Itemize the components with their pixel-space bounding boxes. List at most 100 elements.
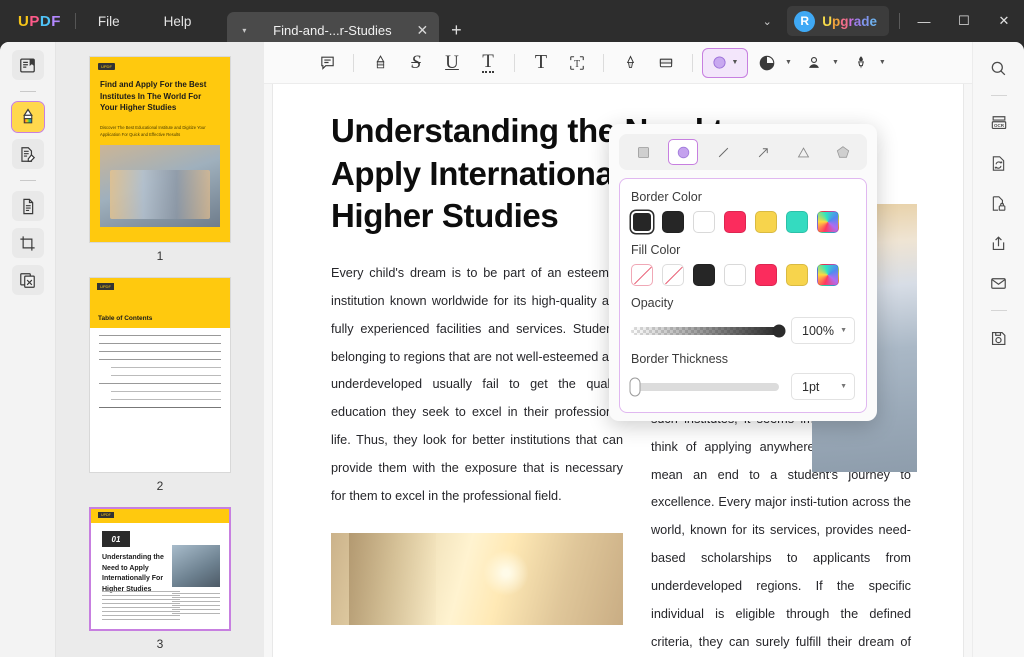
text-callout-tool-button[interactable]: T bbox=[560, 48, 594, 78]
fill-swatch-none[interactable] bbox=[662, 264, 684, 286]
thumb-brand-logo: UPDF bbox=[98, 63, 115, 70]
border-thickness-slider[interactable] bbox=[631, 383, 779, 391]
minimize-button[interactable]: — bbox=[904, 0, 944, 42]
shapes-tool-button[interactable]: ▼ bbox=[702, 48, 748, 78]
ink-signature-tool-button[interactable] bbox=[844, 48, 878, 78]
shape-properties-popup[interactable]: Border Color Fill Color bbox=[609, 124, 877, 421]
tab-title: Find-and-...r-Studies bbox=[253, 23, 411, 38]
paragraph-left: Every child's dream is to be part of an … bbox=[331, 260, 623, 511]
shape-option-polygon[interactable] bbox=[828, 139, 858, 165]
chevron-down-icon[interactable]: ▼ bbox=[840, 327, 847, 334]
upgrade-button[interactable]: R Upgrade bbox=[787, 6, 889, 36]
border-thickness-value-dropdown[interactable]: 1pt ▼ bbox=[791, 373, 855, 400]
close-icon[interactable]: ✕ bbox=[411, 22, 433, 39]
eraser-tool-button[interactable] bbox=[649, 48, 683, 78]
logo-letter-p: P bbox=[29, 13, 40, 30]
page-thumbnail-panel[interactable]: UPDF Find and Apply For the Best Institu… bbox=[56, 42, 264, 657]
fill-swatch-none-selected[interactable] bbox=[631, 264, 653, 286]
menu-file[interactable]: File bbox=[76, 0, 142, 42]
toolbar-divider-4 bbox=[692, 54, 693, 72]
page-document-icon bbox=[18, 197, 37, 216]
opacity-slider[interactable] bbox=[631, 327, 779, 335]
chevron-down-icon[interactable]: ⌄ bbox=[747, 0, 787, 42]
border-swatch-yellow[interactable] bbox=[755, 211, 777, 233]
sidebar-item-organize-pages[interactable] bbox=[12, 265, 44, 295]
window-controls-divider bbox=[899, 13, 900, 29]
titlebar-right-group: ⌄ R Upgrade — ☐ ✕ bbox=[747, 0, 1024, 42]
sidebar-item-edit-pdf[interactable] bbox=[12, 139, 44, 169]
page-thumbnail[interactable]: UPDF Find and Apply For the Best Institu… bbox=[89, 56, 231, 243]
sidebar-item-annotate[interactable] bbox=[12, 102, 44, 132]
toc-line bbox=[111, 391, 221, 392]
note-tool-button[interactable] bbox=[310, 48, 344, 78]
tab-dropdown-caret-icon[interactable]: ▾ bbox=[235, 26, 253, 35]
svg-text:OCR: OCR bbox=[994, 123, 1005, 128]
opacity-slider-knob[interactable] bbox=[773, 324, 786, 337]
menu-help[interactable]: Help bbox=[142, 0, 214, 42]
sidebar-item-crop-page[interactable] bbox=[12, 228, 44, 258]
border-swatch-white[interactable] bbox=[693, 211, 715, 233]
border-swatch-dark[interactable] bbox=[631, 211, 653, 233]
border-swatch-pink-red[interactable] bbox=[724, 211, 746, 233]
border-swatch-teal[interactable] bbox=[786, 211, 808, 233]
fill-swatch-pink-red[interactable] bbox=[755, 264, 777, 286]
thumbnail-page-number: 1 bbox=[157, 249, 164, 263]
page-thumbnail[interactable]: UPDF Table of Contents bbox=[89, 277, 231, 473]
title-bar: UPDF File Help ▾ Find-and-...r-Studies ✕… bbox=[0, 0, 1024, 42]
ocr-button[interactable]: OCR bbox=[983, 107, 1015, 139]
highlight-tool-button[interactable] bbox=[363, 48, 397, 78]
share-button[interactable] bbox=[983, 227, 1015, 259]
toc-line bbox=[99, 335, 221, 336]
right-rail-divider-2 bbox=[991, 310, 1007, 311]
sidebar-item-reader-view[interactable] bbox=[12, 50, 44, 80]
window-close-button[interactable]: ✕ bbox=[984, 0, 1024, 42]
thumb-chapter-number: 01 bbox=[102, 531, 130, 547]
thumbnail-item-3[interactable]: UPDF 01 Understanding the Need to Apply … bbox=[56, 507, 264, 657]
fill-swatch-custom-color[interactable] bbox=[817, 264, 839, 286]
thumbnail-item-1[interactable]: UPDF Find and Apply For the Best Institu… bbox=[56, 56, 264, 277]
shape-option-line[interactable] bbox=[708, 139, 738, 165]
strikethrough-tool-button[interactable]: S bbox=[399, 48, 433, 78]
shape-option-arrow[interactable] bbox=[748, 139, 778, 165]
fill-swatch-white[interactable] bbox=[724, 264, 746, 286]
right-tool-rail: OCR bbox=[972, 42, 1024, 657]
chevron-down-icon[interactable]: ▼ bbox=[785, 59, 792, 66]
underline-tool-button[interactable]: U bbox=[435, 48, 469, 78]
save-button[interactable] bbox=[983, 322, 1015, 354]
chevron-down-icon[interactable]: ▼ bbox=[879, 59, 886, 66]
fill-swatch-black[interactable] bbox=[693, 264, 715, 286]
border-thickness-slider-knob[interactable] bbox=[630, 377, 641, 396]
chevron-down-icon[interactable]: ▼ bbox=[732, 59, 739, 66]
stamp-tool-group[interactable]: ▼ bbox=[750, 48, 795, 78]
text-box-tool-button[interactable]: T bbox=[524, 48, 558, 78]
pencil-tool-button[interactable] bbox=[613, 48, 647, 78]
squiggly-tool-button[interactable]: T bbox=[471, 48, 505, 78]
signature-tool-button[interactable] bbox=[797, 48, 831, 78]
protect-button[interactable] bbox=[983, 187, 1015, 219]
crop-icon bbox=[18, 234, 37, 253]
sidebar-item-page-tools[interactable] bbox=[12, 191, 44, 221]
search-button[interactable] bbox=[983, 52, 1015, 84]
document-viewport[interactable]: Understanding the Need to Apply Internat… bbox=[264, 84, 972, 657]
maximize-button[interactable]: ☐ bbox=[944, 0, 984, 42]
stamp-tool-button[interactable] bbox=[750, 48, 784, 78]
opacity-value: 100% bbox=[802, 324, 834, 338]
border-swatch-custom-color[interactable] bbox=[817, 211, 839, 233]
shape-option-ellipse[interactable] bbox=[668, 139, 698, 165]
toc-line bbox=[99, 407, 221, 408]
shape-option-triangle[interactable] bbox=[788, 139, 818, 165]
signature-tool-group[interactable]: ▼ bbox=[797, 48, 842, 78]
ink-signature-tool-group[interactable]: ▼ bbox=[844, 48, 889, 78]
opacity-value-dropdown[interactable]: 100% ▼ bbox=[791, 317, 855, 344]
pages-stack-icon bbox=[18, 271, 37, 290]
shape-option-rectangle[interactable] bbox=[628, 139, 658, 165]
convert-button[interactable] bbox=[983, 147, 1015, 179]
email-button[interactable] bbox=[983, 267, 1015, 299]
chevron-down-icon[interactable]: ▼ bbox=[840, 383, 847, 390]
thumbnail-item-2[interactable]: UPDF Table of Contents bbox=[56, 277, 264, 507]
fill-swatch-yellow[interactable] bbox=[786, 264, 808, 286]
toc-line bbox=[111, 399, 221, 400]
chevron-down-icon[interactable]: ▼ bbox=[832, 59, 839, 66]
page-thumbnail[interactable]: UPDF 01 Understanding the Need to Apply … bbox=[89, 507, 231, 631]
border-swatch-black[interactable] bbox=[662, 211, 684, 233]
